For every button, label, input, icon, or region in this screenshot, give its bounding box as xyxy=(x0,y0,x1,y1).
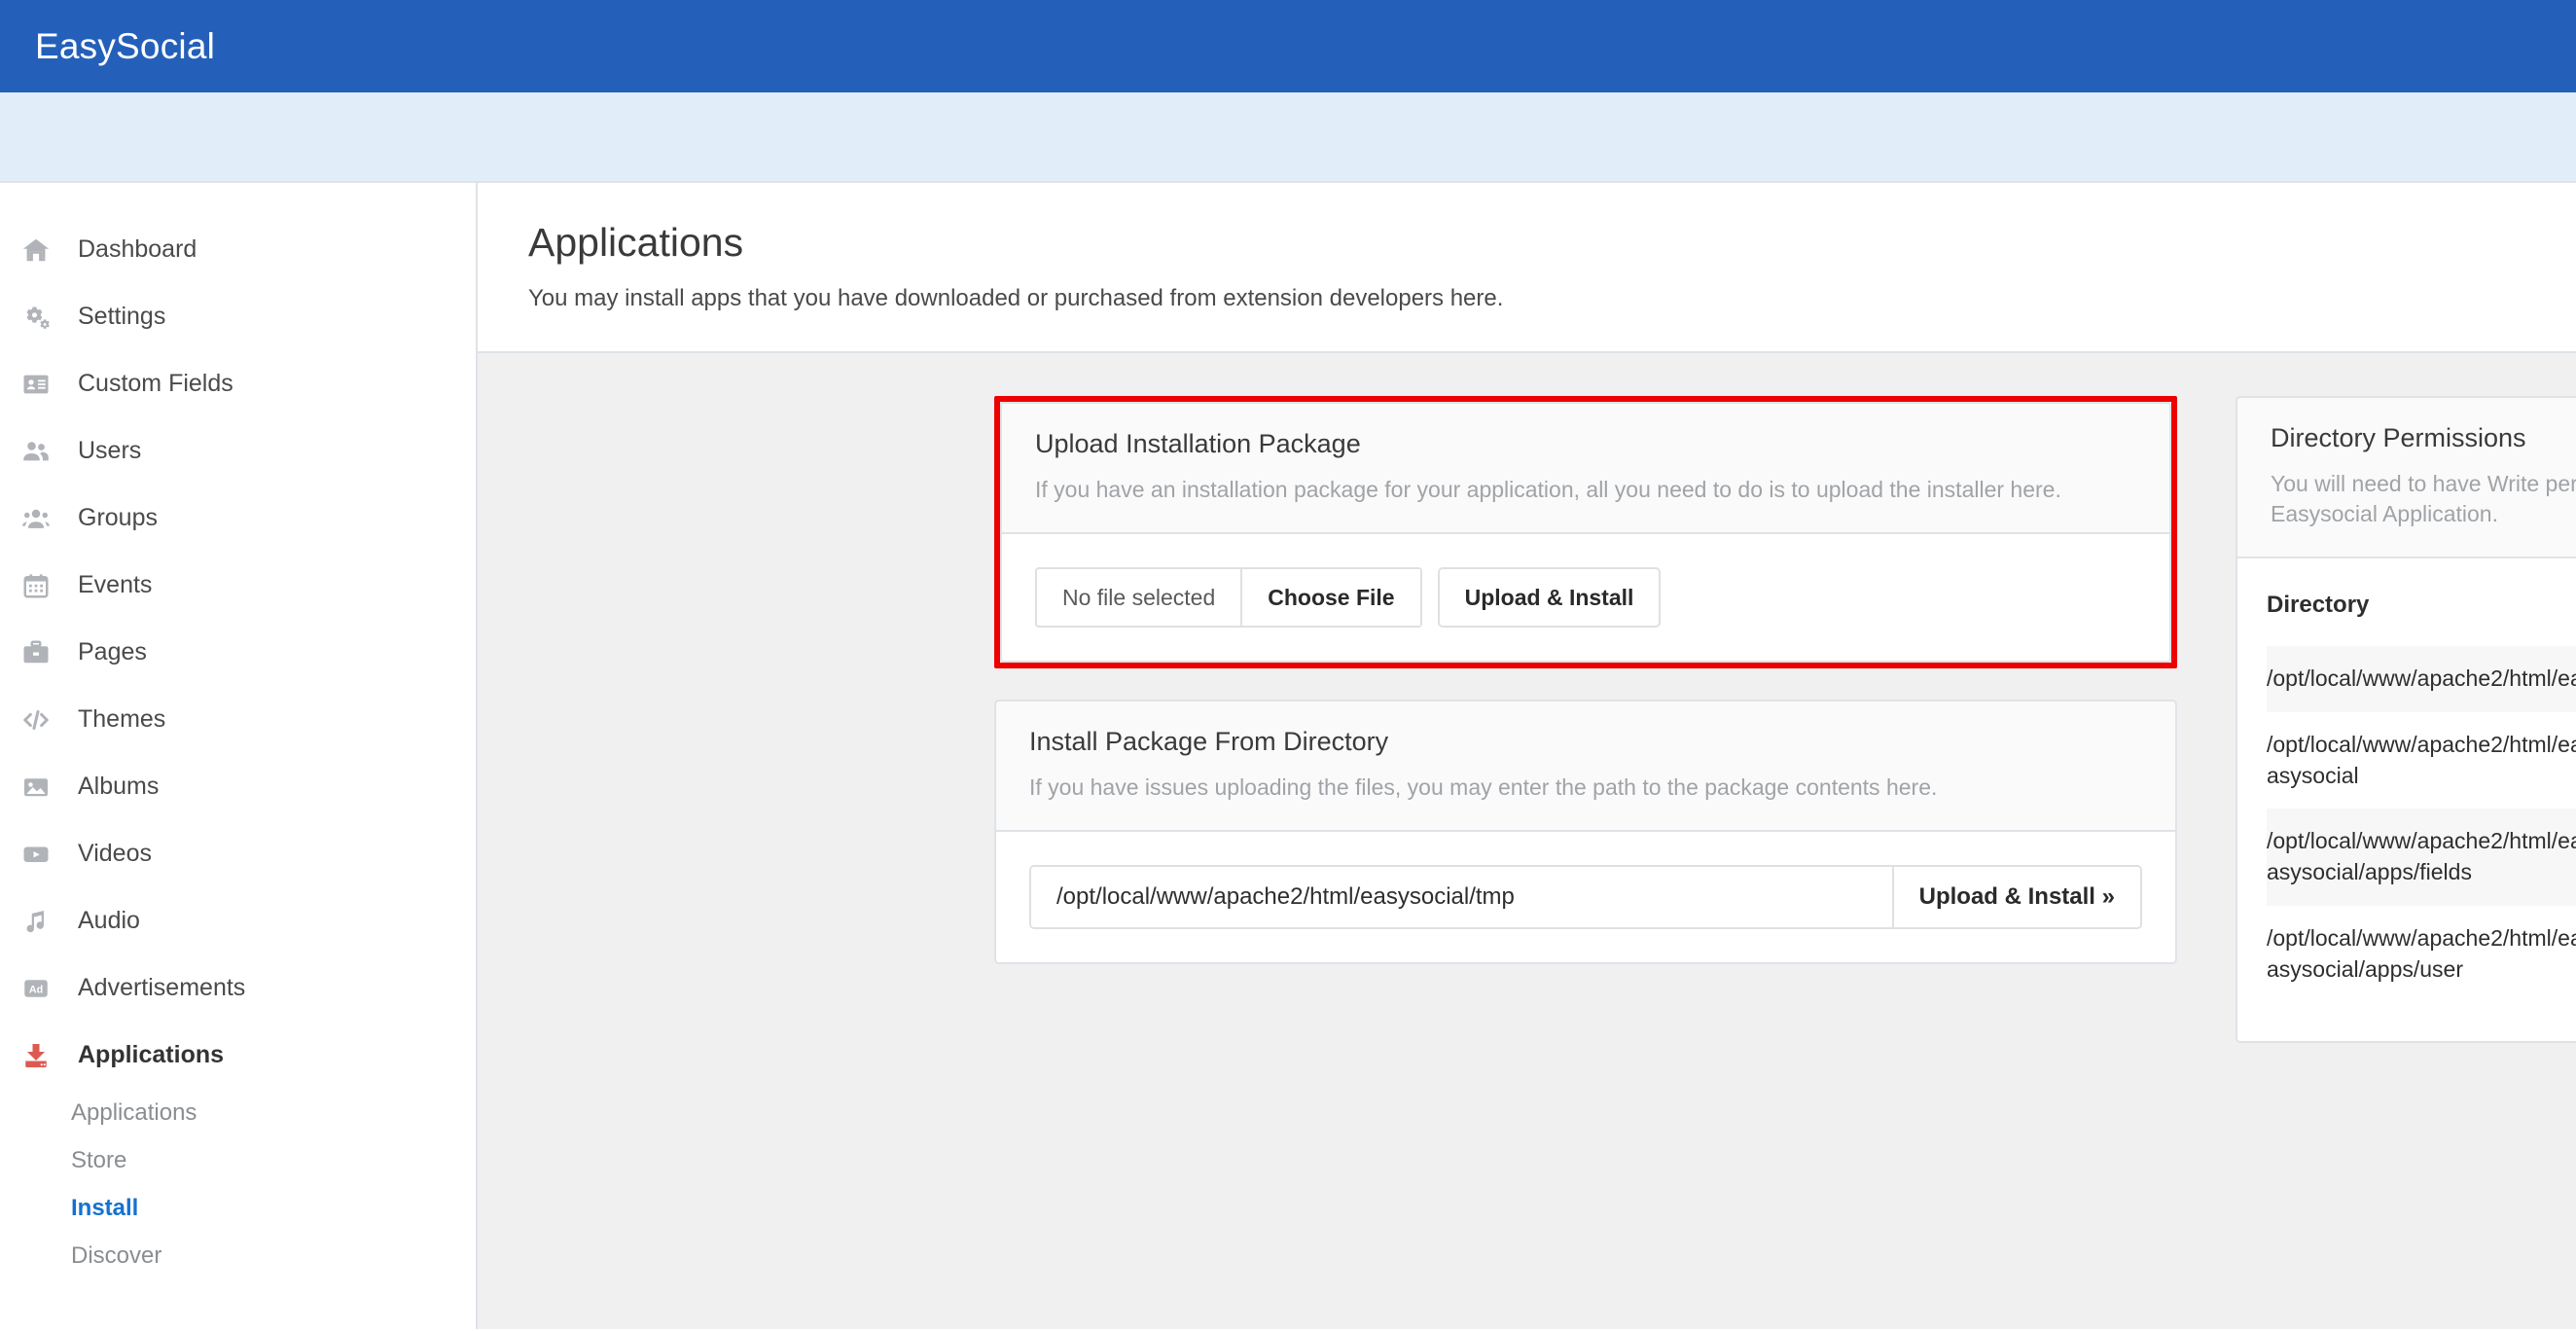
sidebar-item-label: Pages xyxy=(78,638,147,666)
file-upload-row: No file selected Choose File Upload & In… xyxy=(1035,567,2136,629)
table-row: /opt/local/www/apache2/html/easysocial/m… xyxy=(2267,906,2576,1002)
directory-panel-body: Upload & Install » xyxy=(996,832,2175,963)
id-card-icon xyxy=(21,370,66,399)
music-note-icon xyxy=(21,907,66,936)
sidebar-item-label: Videos xyxy=(78,840,152,867)
cell-directory: /opt/local/www/apache2/html/easysocial/m… xyxy=(2267,731,2576,788)
permissions-table: Directory Permissions /opt/local/www/apa… xyxy=(2267,582,2576,1002)
ad-icon: Ad xyxy=(21,974,66,1003)
sidebar-item-label: Albums xyxy=(78,773,160,800)
sidebar-item-advertisements[interactable]: Ad Advertisements xyxy=(0,954,476,1022)
file-input[interactable]: No file selected Choose File xyxy=(1035,567,1422,629)
directory-upload-install-button[interactable]: Upload & Install » xyxy=(1891,867,2140,928)
table-row: /opt/local/www/apache2/html/easysocial/m… xyxy=(2267,712,2576,809)
sidebar-item-pages[interactable]: Pages xyxy=(0,619,476,686)
sidebar-subitem-applications[interactable]: Applications xyxy=(0,1089,476,1136)
upload-panel-body: No file selected Choose File Upload & In… xyxy=(1002,534,2169,662)
sidebar-item-label: Users xyxy=(78,437,142,464)
right-column: Directory Permissions You will need to h… xyxy=(2236,396,2576,1044)
table-row: /opt/local/www/apache2/html/easysocial/t… xyxy=(2267,646,2576,712)
directory-panel-header: Install Package From Directory If you ha… xyxy=(996,701,2175,833)
sidebar-subitem-label: Store xyxy=(71,1146,127,1173)
sidebar-subitem-discover[interactable]: Discover xyxy=(0,1232,476,1279)
sidebar-item-label: Advertisements xyxy=(78,974,246,1001)
sidebar-item-label: Applications xyxy=(78,1041,225,1068)
page-title: Applications xyxy=(528,220,744,265)
sidebar-item-videos[interactable]: Videos xyxy=(0,820,476,887)
calendar-icon xyxy=(21,571,66,600)
gears-icon xyxy=(21,303,66,332)
choose-file-button[interactable]: Choose File xyxy=(1240,569,1420,627)
cell-directory: /opt/local/www/apache2/html/easysocial/m… xyxy=(2267,809,2576,906)
table-row: /opt/local/www/apache2/html/easysocial/m… xyxy=(2267,809,2576,906)
permissions-panel-description: You will need to have Write permission f… xyxy=(2271,471,2576,527)
sidebar-item-themes[interactable]: Themes xyxy=(0,686,476,753)
sidebar-item-custom-fields[interactable]: Custom Fields xyxy=(0,350,476,417)
upload-panel-title: Upload Installation Package xyxy=(1035,429,1361,458)
page-header: Applications You may install apps that y… xyxy=(478,183,2576,353)
sidebar-item-label: Events xyxy=(78,571,153,598)
directory-path-input[interactable] xyxy=(1031,867,1892,928)
sidebar-subitem-label: Install xyxy=(71,1194,139,1221)
sidebar-item-users[interactable]: Users xyxy=(0,417,476,485)
code-icon xyxy=(21,705,66,735)
upload-panel-highlight: Upload Installation Package If you have … xyxy=(994,396,2177,669)
permissions-panel-body: Directory Permissions /opt/local/www/apa… xyxy=(2237,558,2576,1042)
permissions-panel-header: Directory Permissions You will need to h… xyxy=(2237,398,2576,559)
upload-and-install-button[interactable]: Upload & Install xyxy=(1437,567,1662,629)
groups-icon xyxy=(21,504,66,533)
sidebar-item-label: Dashboard xyxy=(78,235,197,263)
sidebar-item-audio[interactable]: Audio xyxy=(0,887,476,954)
directory-permissions-panel: Directory Permissions You will need to h… xyxy=(2236,396,2576,1044)
page-subtitle: You may install apps that you have downl… xyxy=(528,285,1504,311)
cell-directory: /opt/local/www/apache2/html/easysocial/t… xyxy=(2267,646,2576,712)
sidebar-subitem-install[interactable]: Install xyxy=(0,1184,476,1232)
secondary-toolbar-strip xyxy=(0,92,2576,183)
sidebar-item-settings[interactable]: Settings xyxy=(0,283,476,350)
sidebar-subitem-label: Discover xyxy=(71,1241,162,1269)
sidebar-item-label: Custom Fields xyxy=(78,370,233,397)
sidebar-subitem-store[interactable]: Store xyxy=(0,1136,476,1184)
sidebar-item-label: Groups xyxy=(78,504,158,531)
sidebar-item-groups[interactable]: Groups xyxy=(0,485,476,552)
sidebar-item-albums[interactable]: Albums xyxy=(0,753,476,820)
content-body: Upload Installation Package If you have … xyxy=(478,353,2576,1329)
sidebar-item-label: Settings xyxy=(78,303,166,330)
video-icon xyxy=(21,840,66,869)
table-header-row: Directory Permissions xyxy=(2267,582,2576,646)
users-icon xyxy=(21,437,66,466)
image-icon xyxy=(21,773,66,802)
top-brand-bar: EasySocial xyxy=(0,0,2576,92)
directory-input-group: Upload & Install » xyxy=(1029,865,2142,930)
sidebar-item-label: Themes xyxy=(78,705,166,733)
svg-text:Ad: Ad xyxy=(29,984,43,995)
directory-panel-title: Install Package From Directory xyxy=(1029,727,1389,757)
sidebar-subitem-label: Applications xyxy=(71,1098,197,1126)
file-name-display: No file selected xyxy=(1062,584,1216,610)
permissions-table-body: /opt/local/www/apache2/html/easysocial/t… xyxy=(2267,646,2576,1002)
main-content: Applications You may install apps that y… xyxy=(478,183,2576,1329)
install-from-directory-panel: Install Package From Directory If you ha… xyxy=(994,700,2177,965)
upload-installation-package-panel: Upload Installation Package If you have … xyxy=(1000,402,2171,664)
sidebar-item-label: Audio xyxy=(78,907,140,934)
directory-panel-description: If you have issues uploading the files, … xyxy=(1029,774,1938,801)
permissions-panel-title: Directory Permissions xyxy=(2271,423,2526,452)
briefcase-icon xyxy=(21,638,66,667)
download-install-icon xyxy=(21,1041,66,1070)
sidebar-nav: Dashboard Settings Custom Fields Users G… xyxy=(0,183,478,1329)
upload-panel-header: Upload Installation Package If you have … xyxy=(1002,404,2169,535)
app-shell: Dashboard Settings Custom Fields Users G… xyxy=(0,183,2576,1329)
cell-directory: /opt/local/www/apache2/html/easysocial/m… xyxy=(2267,924,2576,982)
upload-panel-description: If you have an installation package for … xyxy=(1035,477,2061,502)
left-column: Upload Installation Package If you have … xyxy=(994,396,2177,965)
sidebar-item-dashboard[interactable]: Dashboard xyxy=(0,216,476,283)
brand-title: EasySocial xyxy=(35,25,216,66)
home-icon xyxy=(21,235,66,265)
sidebar-item-events[interactable]: Events xyxy=(0,552,476,619)
sidebar-item-applications[interactable]: Applications xyxy=(0,1022,476,1089)
column-header-directory: Directory xyxy=(2267,592,2370,619)
